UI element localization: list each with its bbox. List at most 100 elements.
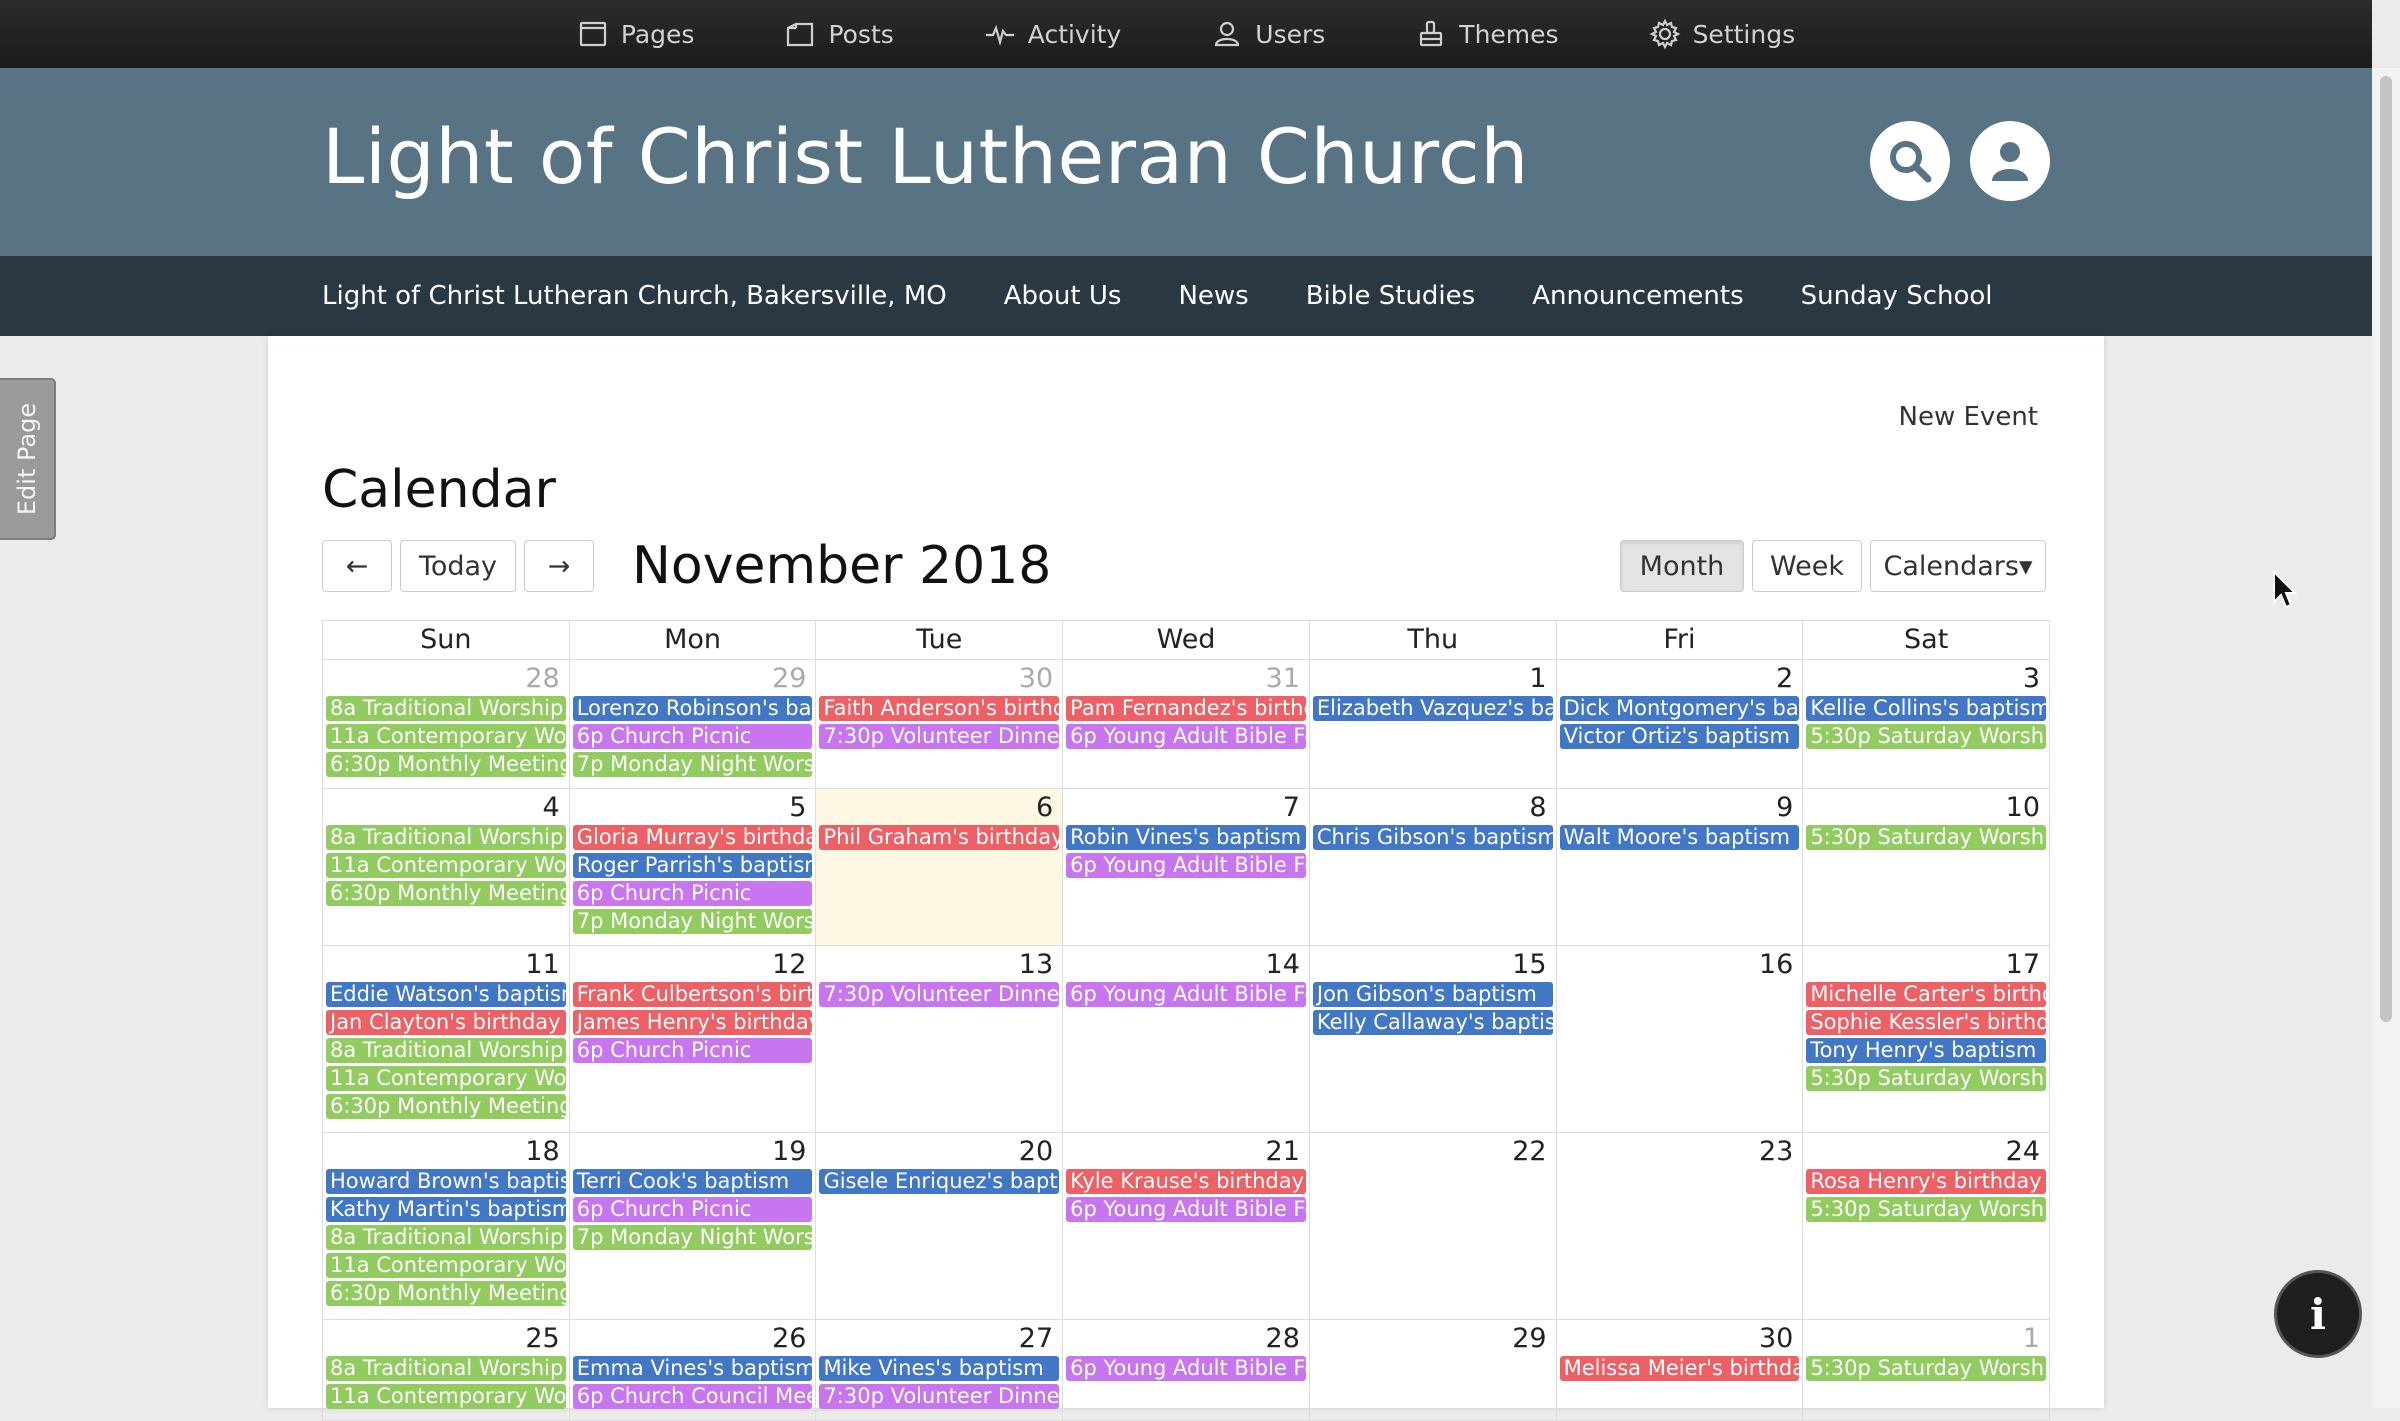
calendar-day[interactable]: 2Dick Montgomery's baptism Victor Ortiz's… (1557, 660, 1804, 788)
calendar-day[interactable]: 21 Kyle Krause's birthday 6p Young Adult B… (1063, 1133, 1310, 1319)
calendar-event[interactable]: Jon Gibson's baptism (1312, 982, 1553, 1007)
calendar-day-today[interactable]: 6 Phil Graham's birthday (816, 789, 1064, 945)
calendar-event[interactable]: 6:30p Monthly Meeting (326, 752, 566, 777)
calendar-event[interactable]: 8a Traditional Worship (326, 696, 566, 721)
calendar-day[interactable]: 10 5:30p Saturday Worship (1803, 789, 2049, 945)
nav-item-about-us[interactable]: About Us (1004, 281, 1122, 311)
calendar-event[interactable]: 5:30p Saturday Worship (1806, 724, 2047, 749)
calendar-event[interactable]: Kathy Martin's baptism (326, 1197, 566, 1222)
calendar-event[interactable]: Gloria Murray's birthday (572, 825, 813, 850)
nav-item-home[interactable]: Light of Christ Lutheran Church, Bakersv… (322, 281, 947, 311)
calendar-day[interactable]: 22 (1310, 1133, 1557, 1319)
day-number[interactable]: 10 (1806, 791, 2046, 825)
calendar-event[interactable]: 7p Monday Night Worship (572, 1225, 813, 1250)
calendar-day[interactable]: 30 Melissa Meier's birthday (1557, 1320, 1804, 1420)
calendar-event[interactable]: 7:30p Volunteer Dinner (819, 982, 1060, 1007)
new-event-link[interactable]: New Event (1899, 402, 2038, 432)
calendar-day[interactable]: 27 Mike Vines's baptism 7:30p Volunteer Di… (816, 1320, 1064, 1420)
calendar-day[interactable]: 4 8a Traditional Worship 11a Contemporary … (323, 789, 570, 945)
calendar-event[interactable]: 6:30p Monthly Meeting (326, 1094, 566, 1119)
day-number[interactable]: 3 (1806, 662, 2046, 696)
calendar-event[interactable]: Elizabeth Vazquez's baptism (1312, 696, 1553, 721)
day-number[interactable]: 16 (1560, 948, 1800, 982)
day-number[interactable]: 23 (1560, 1135, 1800, 1169)
calendar-event[interactable]: Victor Ortiz's baptism (1559, 724, 1800, 749)
calendar-event[interactable]: 6p Church Picnic (572, 1038, 813, 1063)
calendar-event[interactable]: 6:30p Monthly Meeting (326, 881, 566, 906)
calendars-dropdown[interactable]: Calendars▾ (1870, 540, 2046, 592)
calendar-event[interactable]: Melissa Meier's birthday (1559, 1356, 1800, 1381)
day-number[interactable]: 17 (1806, 948, 2046, 982)
day-number[interactable]: 29 (573, 662, 813, 696)
day-number[interactable]: 24 (1806, 1135, 2046, 1169)
calendar-event[interactable]: 8a Traditional Worship (326, 825, 566, 850)
calendar-day[interactable]: 26 Emma Vines's baptism 6p Church Council … (570, 1320, 817, 1420)
calendar-event[interactable]: 11a Contemporary Worship (326, 1066, 566, 1091)
calendar-day[interactable]: 7 Robin Vines's baptism 6p Young Adult Bib… (1063, 789, 1310, 945)
calendar-event[interactable]: Kyle Krause's birthday (1066, 1169, 1306, 1194)
day-number[interactable]: 22 (1313, 1135, 1553, 1169)
day-number[interactable]: 20 (819, 1135, 1059, 1169)
nav-item-news[interactable]: News (1178, 281, 1248, 311)
calendar-event[interactable]: 7:30p Volunteer Dinner (819, 1384, 1060, 1409)
calendar-day[interactable]: 146p Young Adult Bible Fellowship (1063, 946, 1310, 1132)
calendar-event[interactable]: Kellie Collins's baptism (1806, 696, 2047, 721)
calendar-day[interactable]: 23 (1557, 1133, 1804, 1319)
day-number[interactable]: 21 (1066, 1135, 1306, 1169)
day-number[interactable]: 9 (1560, 791, 1800, 825)
admin-activity[interactable]: Activity (984, 18, 1121, 50)
nav-item-announcements[interactable]: Announcements (1532, 281, 1743, 311)
day-number[interactable]: 11 (326, 948, 566, 982)
today-button[interactable]: Today (400, 540, 516, 592)
calendar-event[interactable]: 8a Traditional Worship (326, 1225, 566, 1250)
day-number[interactable]: 6 (819, 791, 1059, 825)
day-number[interactable]: 8 (1313, 791, 1553, 825)
day-number[interactable]: 4 (326, 791, 566, 825)
calendar-event[interactable]: 11a Contemporary Worship (326, 1384, 566, 1409)
calendar-day[interactable]: 3 Kellie Collins's baptism 5:30p Saturday … (1803, 660, 2049, 788)
calendar-event[interactable]: Tony Henry's baptism (1806, 1038, 2047, 1063)
calendar-event[interactable]: Gisele Enriquez's baptism (819, 1169, 1060, 1194)
day-number[interactable]: 12 (573, 948, 813, 982)
calendar-event[interactable]: James Henry's birthday (572, 1010, 813, 1035)
calendar-event[interactable]: Roger Parrish's baptism (572, 853, 813, 878)
calendar-event[interactable]: 11a Contemporary Worship (326, 724, 566, 749)
day-number[interactable]: 30 (819, 662, 1059, 696)
calendar-day[interactable]: 25 8a Traditional Worship 11a Contemporary… (323, 1320, 570, 1420)
calendar-day[interactable]: 29Lorenzo Robinson's baptism 6p Church Pi… (570, 660, 817, 788)
day-number[interactable]: 5 (573, 791, 813, 825)
calendar-day[interactable]: 12Frank Culbertson's birthday James Henry… (570, 946, 817, 1132)
calendar-day[interactable]: 1Elizabeth Vazquez's baptism (1310, 660, 1557, 788)
calendar-event[interactable]: Rosa Henry's birthday (1806, 1169, 2047, 1194)
calendar-event[interactable]: Pam Fernandez's birthday (1066, 696, 1306, 721)
calendar-event[interactable]: 5:30p Saturday Worship (1806, 1356, 2047, 1381)
calendar-event[interactable]: Phil Graham's birthday (819, 825, 1060, 850)
calendar-day[interactable]: 5 Gloria Murray's birthday Roger Parrish's… (570, 789, 817, 945)
day-number[interactable]: 18 (326, 1135, 566, 1169)
calendar-event[interactable]: 6p Young Adult Bible Fellowship (1066, 853, 1306, 878)
calendar-event[interactable]: 5:30p Saturday Worship (1806, 1066, 2047, 1091)
day-number[interactable]: 25 (326, 1322, 566, 1356)
calendar-day[interactable]: 30Faith Anderson's birthday 7:30p Volunte… (816, 660, 1064, 788)
calendar-event[interactable]: 6p Church Picnic (572, 881, 813, 906)
calendar-event[interactable]: 5:30p Saturday Worship (1806, 825, 2047, 850)
calendar-event[interactable]: 6p Young Adult Bible Fellowship (1066, 1356, 1306, 1381)
prev-month-button[interactable]: ← (322, 540, 392, 592)
calendar-event[interactable]: 7:30p Volunteer Dinner (819, 724, 1060, 749)
day-number[interactable]: 2 (1560, 662, 1800, 696)
calendar-event[interactable]: 6p Young Adult Bible Fellowship (1066, 724, 1306, 749)
calendar-event[interactable]: 11a Contemporary Worship (326, 853, 566, 878)
calendar-event[interactable]: Terri Cook's baptism (572, 1169, 813, 1194)
calendar-day[interactable]: 286p Young Adult Bible Fellowship (1063, 1320, 1310, 1420)
calendar-day[interactable]: 13 7:30p Volunteer Dinner (816, 946, 1064, 1132)
next-month-button[interactable]: → (524, 540, 594, 592)
admin-pages[interactable]: Pages (577, 18, 694, 50)
calendar-event[interactable]: 6p Church Picnic (572, 724, 813, 749)
calendar-event[interactable]: 6p Young Adult Bible Fellowship (1066, 1197, 1306, 1222)
day-number[interactable]: 30 (1560, 1322, 1800, 1356)
calendar-day[interactable]: 8 Chris Gibson's baptism (1310, 789, 1557, 945)
day-number[interactable]: 15 (1313, 948, 1553, 982)
calendar-day[interactable]: 17Michelle Carter's birthday Sophie Kessl… (1803, 946, 2049, 1132)
day-number[interactable]: 28 (326, 662, 566, 696)
calendar-event[interactable]: Chris Gibson's baptism (1312, 825, 1553, 850)
